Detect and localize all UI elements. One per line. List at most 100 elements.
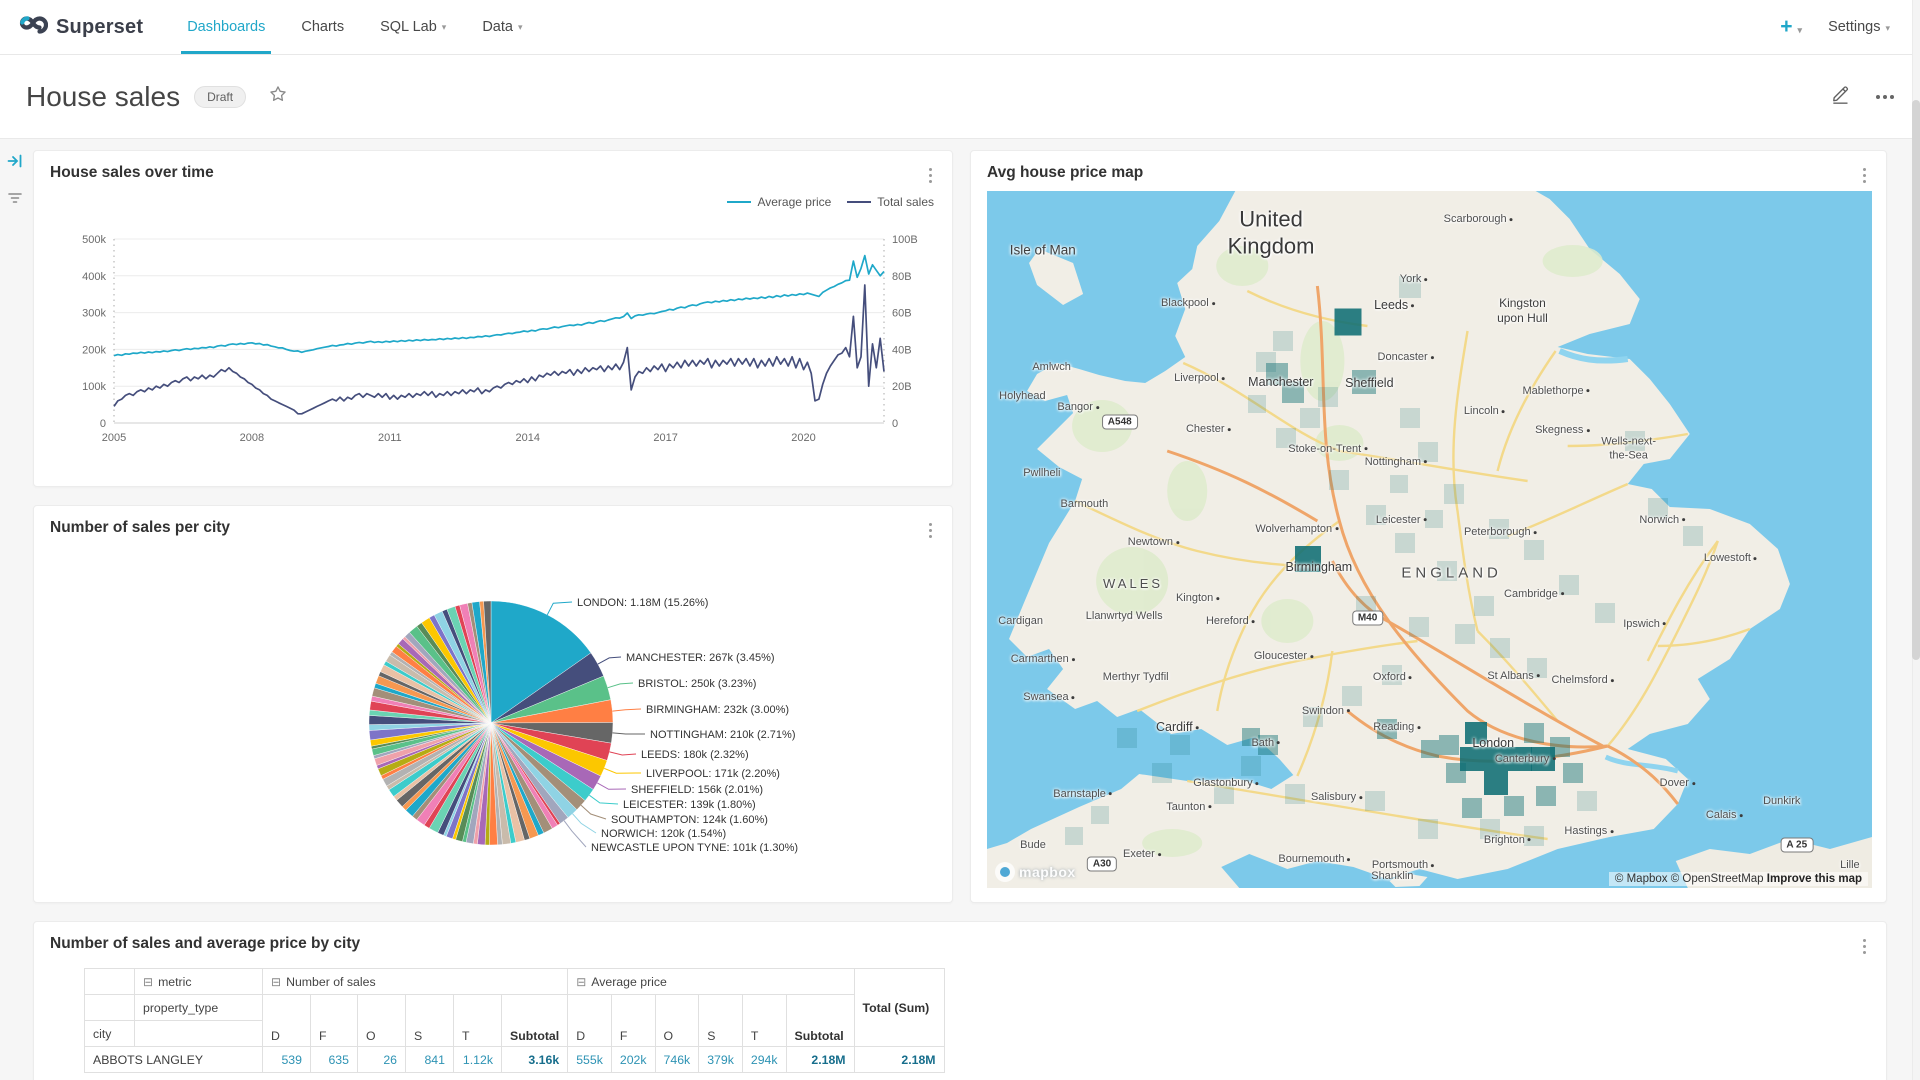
price-grid-cell[interactable] (1444, 484, 1464, 504)
pie-chart-canvas[interactable]: LONDON: 1.18M (15.26%)MANCHESTER: 267k (… (50, 546, 938, 896)
map-label-leicester: Leicester (1376, 514, 1427, 528)
legend-item[interactable]: Total sales (847, 195, 934, 209)
nav-item-sql-lab[interactable]: SQL Lab▾ (366, 0, 460, 54)
settings-menu[interactable]: Settings▾ (1828, 19, 1890, 35)
price-grid-cell[interactable] (1490, 638, 1510, 658)
header-metric[interactable]: ⊟metric (135, 969, 263, 995)
header-subcol: Subtotal (502, 995, 568, 1047)
status-badge: Draft (194, 86, 246, 108)
map-label-barnstaple: Barnstaple (1053, 788, 1112, 802)
price-grid-cell[interactable] (1425, 510, 1443, 528)
favorite-star-icon[interactable] (268, 84, 288, 109)
svg-text:2011: 2011 (378, 432, 402, 444)
price-grid-cell[interactable] (1065, 827, 1083, 845)
svg-text:100B: 100B (892, 234, 918, 246)
map-base-layer (987, 191, 1872, 888)
price-grid-cell[interactable] (1117, 728, 1137, 748)
mapbox-logo[interactable]: mapbox (995, 862, 1076, 882)
svg-text:400k: 400k (82, 271, 106, 283)
price-grid-cell[interactable] (1248, 395, 1266, 413)
price-grid-cell[interactable] (1329, 470, 1349, 490)
dashboard-header: House sales Draft (0, 55, 1920, 139)
price-grid-cell[interactable] (1536, 786, 1556, 806)
map-label-bath: Bath (1251, 737, 1280, 751)
price-grid-cell[interactable] (1400, 408, 1420, 428)
more-options-icon[interactable] (1876, 95, 1894, 99)
price-grid-cell[interactable] (1504, 796, 1524, 816)
superset-logo[interactable]: Superset (18, 10, 143, 45)
svg-text:60B: 60B (892, 308, 912, 320)
header-number-of-sales[interactable]: ⊟Number of sales (263, 969, 568, 995)
price-grid-cell[interactable] (1170, 735, 1190, 755)
nav-item-data[interactable]: Data▾ (468, 0, 536, 54)
price-grid-cell[interactable] (1365, 791, 1385, 811)
price-grid-cell[interactable] (1484, 771, 1508, 795)
price-grid-cell[interactable] (1683, 526, 1703, 546)
price-grid-cell[interactable] (1595, 603, 1615, 623)
edit-dashboard-icon[interactable] (1830, 84, 1850, 109)
price-grid-cell[interactable] (1395, 533, 1415, 553)
price-grid-cell[interactable] (1524, 723, 1544, 743)
map-label-glastonbury: Glastonbury (1193, 777, 1258, 791)
line-chart-canvas[interactable]: 00100k20B200k40B300k60B400k80B500k100B20… (50, 211, 938, 466)
price-grid-cell[interactable] (1273, 331, 1293, 351)
nav-item-charts[interactable]: Charts (287, 0, 358, 54)
chart-menu-icon[interactable] (1859, 164, 1870, 187)
map-label-scarborough: Scarborough (1444, 213, 1513, 227)
collapse-icon[interactable]: ⊟ (576, 975, 586, 989)
map-label-bournemouth: Bournemouth (1278, 853, 1350, 867)
navbar-right: +▾ Settings▾ (1780, 15, 1902, 39)
price-grid-cell[interactable] (1474, 596, 1494, 616)
price-grid-cell[interactable] (1409, 617, 1429, 637)
header-average-price[interactable]: ⊟Average price (568, 969, 854, 995)
svg-text:500k: 500k (82, 234, 106, 246)
svg-text:20B: 20B (892, 381, 912, 393)
price-grid-cell[interactable] (1342, 686, 1362, 706)
attrib-osm[interactable]: © OpenStreetMap (1671, 873, 1764, 885)
map-label-bangor: Bangor (1057, 402, 1098, 416)
price-grid-cell[interactable] (1563, 763, 1583, 783)
map-label-cambridge: Cambridge (1504, 588, 1564, 602)
chart-menu-icon[interactable] (925, 164, 936, 187)
legend-label: Total sales (877, 195, 934, 209)
scrollbar-thumb[interactable] (1912, 100, 1920, 660)
uk-map-canvas[interactable]: UnitedKingdomIsle of ManScarboroughYorkK… (987, 191, 1872, 888)
header-subcol: F (311, 995, 358, 1047)
price-grid-cell[interactable] (1421, 740, 1439, 758)
attrib-mapbox[interactable]: © Mapbox (1615, 873, 1668, 885)
header-subcol: Subtotal (786, 995, 854, 1047)
price-grid-cell[interactable] (1241, 756, 1261, 776)
svg-text:40B: 40B (892, 344, 912, 356)
legend-item[interactable]: Average price (727, 195, 831, 209)
price-grid-cell[interactable] (1091, 806, 1109, 824)
collapse-icon[interactable]: ⊟ (143, 975, 153, 989)
map-label-doncaster: Doncaster (1378, 351, 1434, 365)
map-label-holyhead: Holyhead (999, 390, 1045, 404)
price-grid-cell[interactable] (1335, 309, 1362, 336)
price-grid-cell[interactable] (1455, 624, 1475, 644)
price-grid-cell[interactable] (1462, 798, 1482, 818)
cell-value: 3.16k (502, 1047, 568, 1073)
price-grid-cell[interactable] (1418, 819, 1438, 839)
price-grid-cell[interactable] (1152, 763, 1172, 783)
improve-map-link[interactable]: Improve this map (1767, 873, 1862, 885)
price-grid-cell[interactable] (1577, 791, 1597, 811)
price-grid-cell[interactable] (1439, 735, 1459, 755)
map-label-brighton: Brighton (1484, 834, 1531, 848)
new-button[interactable]: +▾ (1780, 15, 1802, 39)
cell-value: 379k (699, 1047, 743, 1073)
price-grid-cell[interactable] (1524, 540, 1544, 560)
price-grid-cell[interactable] (1318, 387, 1338, 407)
expand-filter-bar-icon[interactable] (7, 153, 23, 174)
price-grid-cell[interactable] (1285, 784, 1305, 804)
price-grid-cell[interactable] (1390, 475, 1408, 493)
chart-menu-icon[interactable] (1859, 935, 1870, 958)
header-property-type: property_type (135, 995, 263, 1021)
chart-menu-icon[interactable] (925, 519, 936, 542)
scrollbar-track[interactable] (1912, 0, 1920, 1080)
price-grid-cell[interactable] (1300, 408, 1320, 428)
filter-icon[interactable] (7, 190, 23, 211)
map-label-kington: Kington (1176, 593, 1219, 607)
nav-item-dashboards[interactable]: Dashboards (173, 0, 279, 54)
collapse-icon[interactable]: ⊟ (271, 975, 281, 989)
